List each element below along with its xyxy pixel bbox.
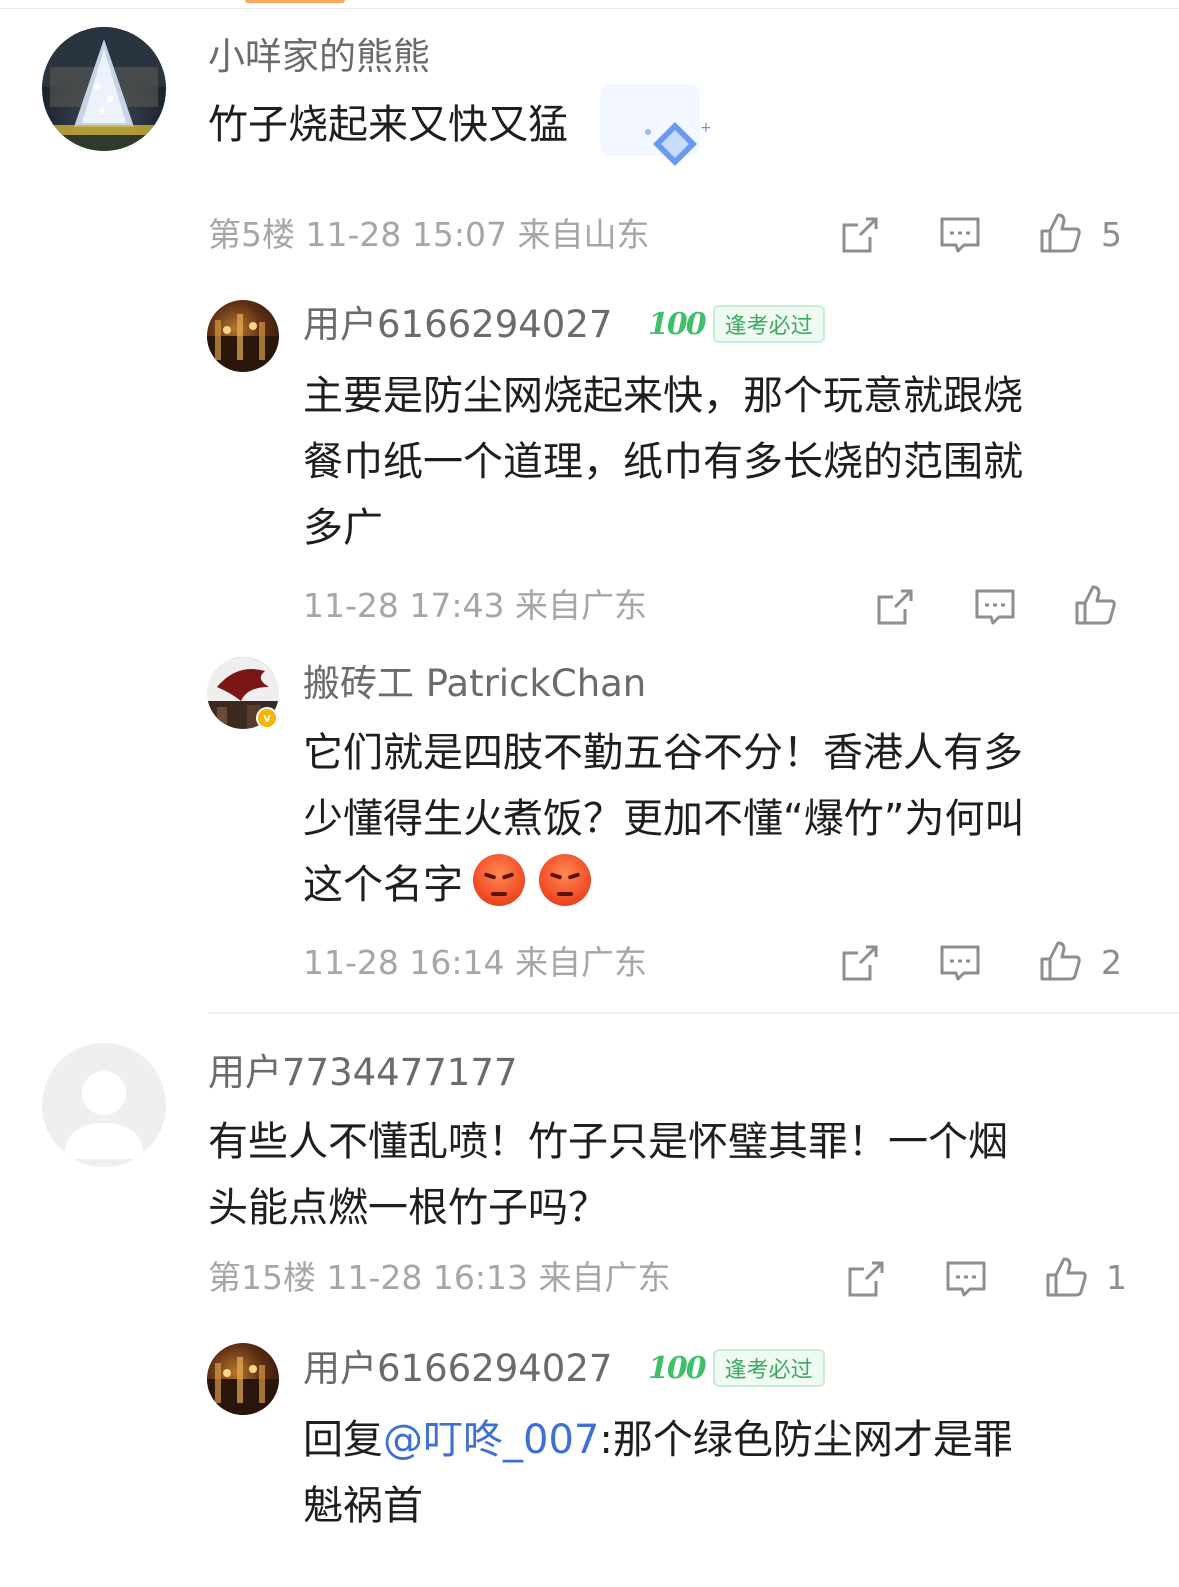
like-icon[interactable]: [1038, 939, 1082, 983]
reply-text-line: 少懂得生火煮饭？更加不懂“爆竹”为何叫: [303, 796, 1025, 842]
comment-text: 有些人不懂乱喷！竹子只是怀璧其罪！一个烟 头能点燃一根竹子吗？: [208, 1109, 1008, 1241]
comment-username[interactable]: 用户7734477177: [208, 1051, 517, 1095]
verified-badge-icon: v: [256, 707, 278, 729]
share-icon[interactable]: [873, 585, 917, 629]
avatar[interactable]: [207, 1343, 279, 1415]
reply-text: 回复@叮咚_007:那个绿色防尘网才是罪 魁祸首: [303, 1407, 1013, 1539]
top-divider: [0, 8, 1179, 9]
reply-text-line: 它们就是四肢不勤五谷不分！香港人有多: [303, 730, 1023, 776]
share-icon[interactable]: [838, 941, 882, 985]
reply-meta: 11-28 17:43 来自广东: [303, 586, 647, 625]
comment-icon[interactable]: [973, 585, 1017, 629]
christmas-tree-photo: [42, 27, 166, 151]
like-icon[interactable]: [1044, 1255, 1088, 1299]
reply-username[interactable]: 搬砖工 PatrickChan: [303, 662, 646, 706]
comment-text-line: 头能点燃一根竹子吗？: [208, 1185, 608, 1231]
reply-text-line: 主要是防尘网烧起来快，那个玩意就跟烧: [303, 373, 1023, 419]
user-badge: 100 逢考必过: [648, 1348, 825, 1388]
angry-emoji-icon: [473, 854, 525, 906]
street-night-photo: [207, 1357, 279, 1415]
like-icon[interactable]: [1073, 583, 1117, 627]
mention-link[interactable]: @叮咚_007: [383, 1417, 599, 1463]
like-icon[interactable]: [1038, 211, 1082, 255]
comment-divider: [208, 1012, 1179, 1014]
reply-text-line: 魁祸首: [303, 1483, 423, 1529]
user-badge: 100 逢考必过: [648, 304, 825, 344]
svg-text:+: +: [700, 120, 710, 136]
angry-emoji-icon: [539, 854, 591, 906]
like-count: 2: [1101, 943, 1122, 982]
avatar[interactable]: [42, 1043, 166, 1167]
reply-username[interactable]: 用户6166294027: [303, 1347, 612, 1391]
badge-label: 逢考必过: [712, 1349, 825, 1387]
share-icon[interactable]: [838, 213, 882, 257]
comment-text: 竹子烧起来又快又猛: [208, 92, 568, 158]
comment-text-line: 有些人不懂乱喷！竹子只是怀璧其罪！一个烟: [208, 1119, 1008, 1165]
top-tab-indicator: [245, 0, 345, 3]
badge-label: 逢考必过: [712, 305, 825, 343]
default-avatar-icon: [64, 1071, 144, 1159]
street-night-photo: [207, 314, 279, 372]
comment-meta: 第15楼 11-28 16:13 来自广东: [208, 1258, 671, 1297]
comment-icon[interactable]: [938, 941, 982, 985]
comment-icon[interactable]: [938, 213, 982, 257]
badge-100-icon: 100: [648, 1350, 707, 1386]
avatar[interactable]: [42, 27, 166, 151]
avatar[interactable]: [207, 300, 279, 372]
reply-text: 它们就是四肢不勤五谷不分！香港人有多 少懂得生火煮饭？更加不懂“爆竹”为何叫 这…: [303, 720, 1024, 918]
reply-text-line: 餐巾纸一个道理，纸巾有多长烧的范围就: [303, 439, 1023, 485]
like-count: 1: [1106, 1258, 1127, 1297]
reply-username[interactable]: 用户6166294027: [303, 303, 612, 347]
reply-text-line: 多广: [303, 505, 383, 551]
comment-icon[interactable]: [944, 1257, 988, 1301]
reply-text-first-line: 回复@叮咚_007:那个绿色防尘网才是罪: [303, 1407, 1013, 1473]
comment-meta: 第5楼 11-28 15:07 来自山东: [208, 215, 650, 254]
reply-text: 主要是防尘网烧起来快，那个玩意就跟烧 餐巾纸一个道理，纸巾有多长烧的范围就 多广: [303, 363, 1023, 561]
reply-text-line-with-emoji: 这个名字: [303, 852, 1024, 918]
reply-meta: 11-28 16:14 来自广东: [303, 943, 647, 982]
badge-100-icon: 100: [648, 306, 707, 342]
share-icon[interactable]: [844, 1257, 888, 1301]
bubble-decoration-icon: +: [600, 84, 710, 166]
reply-text-line: 这个名字: [303, 862, 463, 908]
reply-text-line: :那个绿色防尘网才是罪: [599, 1417, 1013, 1463]
comment-text-line: 竹子烧起来又快又猛: [208, 102, 568, 148]
reply-prefix: 回复: [303, 1417, 383, 1463]
comment-username[interactable]: 小咩家的熊熊: [208, 35, 430, 79]
like-count: 5: [1101, 215, 1122, 254]
